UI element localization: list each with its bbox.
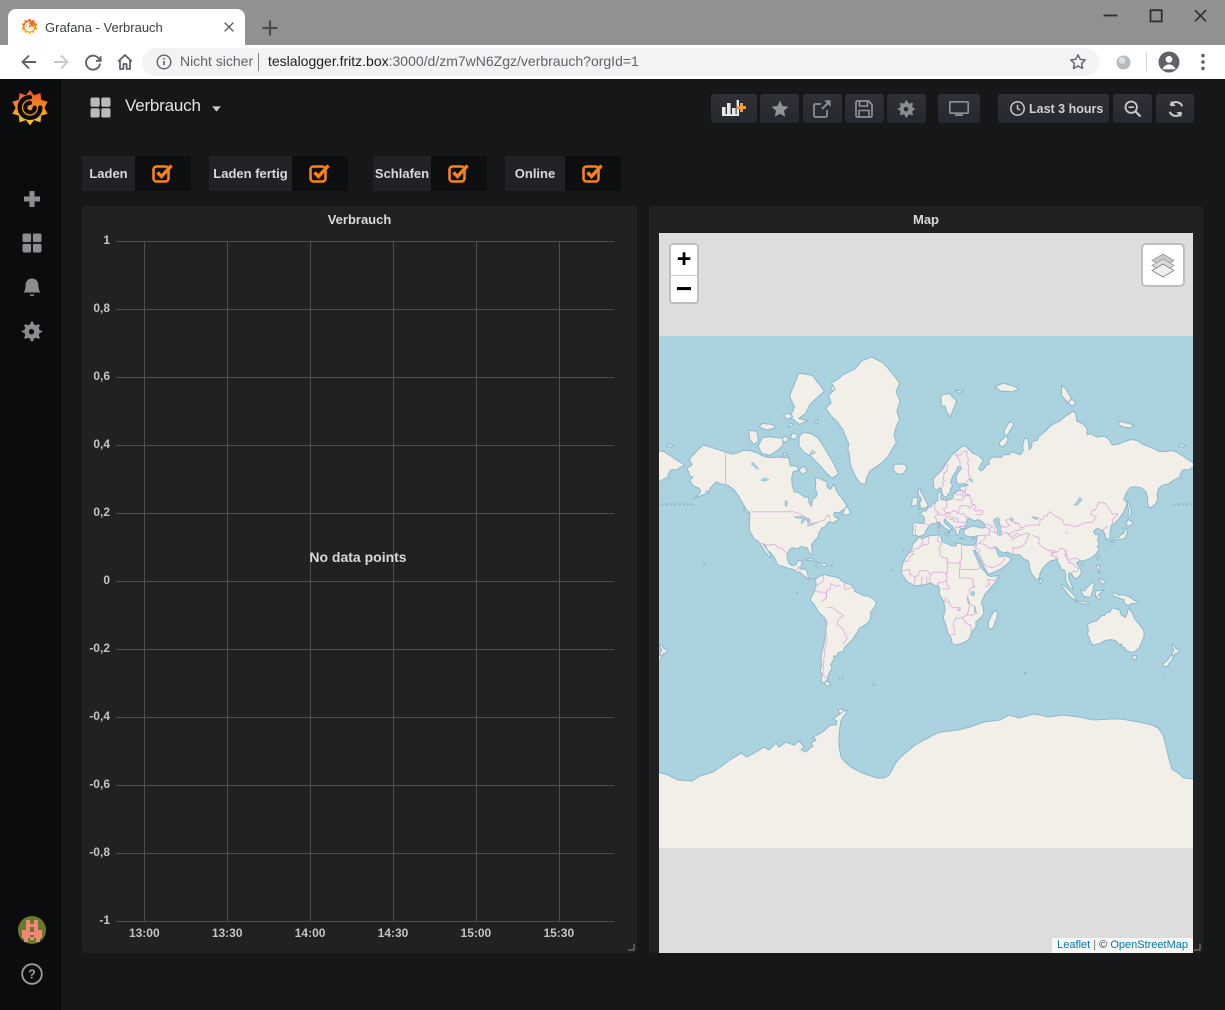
- svg-text:?: ?: [28, 967, 36, 981]
